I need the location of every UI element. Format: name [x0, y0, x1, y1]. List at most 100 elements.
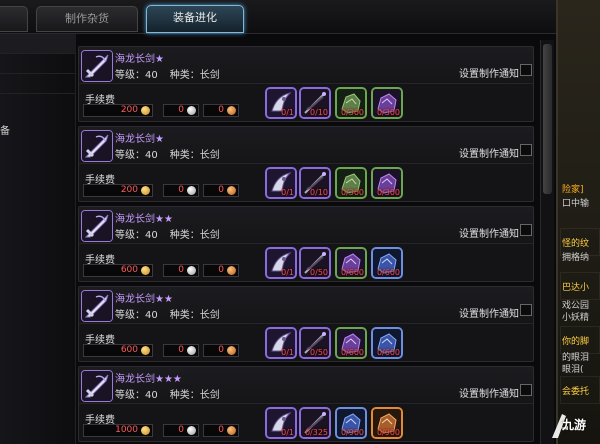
- category-label[interactable]: 备: [0, 122, 10, 137]
- chat-line[interactable]: 怪的纹: [562, 236, 589, 249]
- watermark-text: 九游: [562, 418, 587, 432]
- craft-notify-checkbox[interactable]: [520, 224, 532, 236]
- material-list: 0/1 0/50 0/600 0/600: [265, 327, 445, 361]
- material-slot[interactable]: 0/50: [299, 327, 331, 359]
- material-count: 0/10: [310, 188, 328, 197]
- fee-copper: 0: [203, 104, 239, 117]
- material-slot[interactable]: 0/600: [371, 247, 403, 279]
- category-item[interactable]: [0, 34, 76, 54]
- material-slot[interactable]: 0/900: [335, 407, 367, 439]
- fee-copper-value: 0: [218, 425, 224, 435]
- item-meta: 等级：40 种类：长剑: [115, 66, 220, 81]
- scrollbar-thumb[interactable]: [543, 44, 552, 194]
- fee-silver: 0: [163, 104, 199, 117]
- material-list: 0/1 0/50 0/600 0/600: [265, 247, 445, 281]
- silver-coin-icon: [187, 426, 196, 435]
- material-count: 0/600: [340, 268, 364, 277]
- material-slot[interactable]: 0/300: [335, 167, 367, 199]
- material-list: 0/1 0/10 0/300 0/300: [265, 167, 445, 201]
- material-count: 0/300: [340, 188, 364, 197]
- fee-copper-value: 0: [218, 185, 224, 195]
- fee-copper: 0: [203, 264, 239, 277]
- material-slot[interactable]: 0/300: [371, 87, 403, 119]
- chat-line[interactable]: 拥格纳: [562, 250, 589, 263]
- fee-silver-value: 0: [178, 345, 184, 355]
- item-name[interactable]: 海龙长剑★: [115, 130, 164, 145]
- material-slot[interactable]: 0/300: [335, 87, 367, 119]
- chat-line[interactable]: 险家]: [562, 182, 584, 195]
- material-slot[interactable]: 0/1: [265, 167, 297, 199]
- material-slot[interactable]: 0/10: [299, 87, 331, 119]
- material-slot[interactable]: 0/1: [265, 87, 297, 119]
- sea-dragon-sword-icon[interactable]: [81, 210, 113, 242]
- material-slot[interactable]: 0/325: [299, 407, 331, 439]
- chat-line[interactable]: 口中输: [562, 196, 589, 209]
- item-stars: ★: [155, 134, 164, 145]
- material-count: 0/1: [281, 188, 294, 197]
- craft-notify-checkbox[interactable]: [520, 384, 532, 396]
- item-name-text: 海龙长剑: [115, 294, 155, 305]
- gold-coin-icon: [141, 106, 150, 115]
- item-name[interactable]: 海龙长剑★★: [115, 210, 173, 225]
- tab-previous[interactable]: [0, 6, 28, 32]
- chat-line[interactable]: 小妖精: [562, 310, 589, 323]
- recipe-card[interactable]: 海龙长剑★★ 等级：40 种类：长剑 设置制作通知 手续费 600 0 0 0/1…: [78, 206, 534, 282]
- recipe-card[interactable]: 海龙长剑★ 等级：40 种类：长剑 设置制作通知 手续费 200 0 0 0/1 …: [78, 46, 534, 122]
- recipe-header: 海龙长剑★ 等级：40 种类：长剑 设置制作通知: [79, 127, 533, 164]
- material-count: 0/1: [281, 348, 294, 357]
- chat-line[interactable]: 你的脚: [562, 334, 589, 347]
- material-slot[interactable]: 0/1: [265, 327, 297, 359]
- sea-dragon-sword-icon[interactable]: [81, 130, 113, 162]
- gold-coin-icon: [141, 346, 150, 355]
- recipe-card[interactable]: 海龙长剑★ 等级：40 种类：长剑 设置制作通知 手续费 200 0 0 0/1 …: [78, 126, 534, 202]
- craft-notify-checkbox[interactable]: [520, 144, 532, 156]
- tab-general-crafting[interactable]: 制作杂货: [36, 6, 138, 32]
- sea-dragon-sword-icon[interactable]: [81, 370, 113, 402]
- sea-dragon-sword-icon[interactable]: [81, 50, 113, 82]
- material-count: 0/600: [376, 268, 400, 277]
- material-count: 0/50: [310, 348, 328, 357]
- fee-amount: 200 0 0: [83, 184, 253, 198]
- fee-gold: 1000: [83, 424, 153, 437]
- material-slot[interactable]: 0/300: [371, 167, 403, 199]
- item-level: 等级：40: [115, 310, 158, 321]
- material-slot[interactable]: 0/600: [371, 327, 403, 359]
- material-slot[interactable]: 0/1: [265, 247, 297, 279]
- chat-line[interactable]: 巴达小: [562, 280, 589, 293]
- sea-dragon-sword-icon[interactable]: [81, 290, 113, 322]
- material-count: 0/600: [340, 348, 364, 357]
- material-slot[interactable]: 0/1: [265, 407, 297, 439]
- material-slot[interactable]: 0/600: [335, 247, 367, 279]
- material-slot[interactable]: 0/600: [335, 327, 367, 359]
- recipe-card[interactable]: 海龙长剑★★ 等级：40 种类：长剑 设置制作通知 手续费 600 0 0 0/1…: [78, 286, 534, 362]
- fee-silver-value: 0: [178, 105, 184, 115]
- chat-line[interactable]: 眼泪(: [562, 362, 584, 375]
- item-type: 种类：长剑: [169, 390, 220, 401]
- item-stars: ★★: [155, 214, 173, 225]
- material-slot[interactable]: 0/50: [299, 247, 331, 279]
- category-item[interactable]: [0, 54, 76, 74]
- chat-line[interactable]: 会委托: [562, 384, 589, 397]
- tab-equipment-evolution[interactable]: 装备进化: [146, 5, 244, 33]
- item-name[interactable]: 海龙长剑★★: [115, 290, 173, 305]
- material-slot[interactable]: 0/10: [299, 167, 331, 199]
- item-name[interactable]: 海龙长剑★: [115, 50, 164, 65]
- item-name[interactable]: 海龙长剑★★★: [115, 370, 182, 385]
- recipe-card[interactable]: 海龙长剑★★★ 等级：40 种类：长剑 设置制作通知 手续费 1000 0 0 0…: [78, 366, 534, 442]
- material-slot[interactable]: 0/900: [371, 407, 403, 439]
- craft-notify-checkbox[interactable]: [520, 304, 532, 316]
- recipe-list-scrollbar[interactable]: [540, 40, 554, 444]
- material-count: 0/600: [376, 348, 400, 357]
- fee-gold-value: 600: [120, 265, 138, 275]
- category-item[interactable]: [0, 74, 76, 94]
- copper-coin-icon: [227, 426, 236, 435]
- fee-amount: 600 0 0: [83, 264, 253, 278]
- craft-notify-label: 设置制作通知: [459, 309, 519, 320]
- craft-notify-checkbox[interactable]: [520, 64, 532, 76]
- fee-copper: 0: [203, 184, 239, 197]
- recipe-header: 海龙长剑★★ 等级：40 种类：长剑 设置制作通知: [79, 287, 533, 324]
- category-panel: 备: [0, 34, 76, 444]
- fee-copper: 0: [203, 424, 239, 437]
- copper-coin-icon: [227, 346, 236, 355]
- craft-notify-label: 设置制作通知: [459, 69, 519, 80]
